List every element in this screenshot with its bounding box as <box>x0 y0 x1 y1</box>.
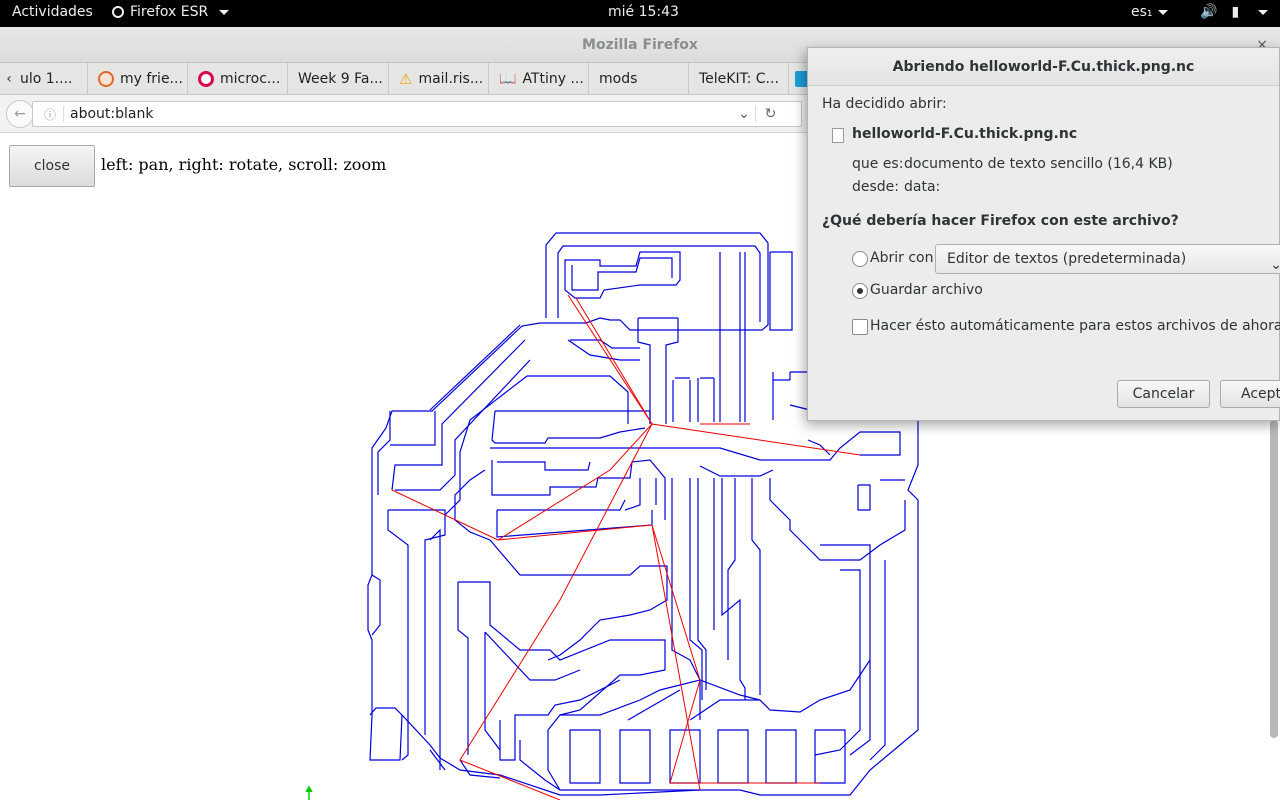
auto-action-label[interactable]: Hacer ésto automáticamente para estos ar… <box>870 318 1280 334</box>
window-title: Mozilla Firefox <box>582 37 698 53</box>
gnome-top-bar: Actividades Firefox ESR mié 15:43 es₁ 🔊 … <box>0 0 1280 27</box>
file-type-value: documento de texto sencillo (16,4 KB) <box>904 156 1173 172</box>
dialog-intro: Ha decidido abrir: <box>822 96 947 112</box>
accept-button[interactable]: Aceptar <box>1220 380 1280 408</box>
file-source-label: desde: <box>852 179 900 195</box>
info-icon[interactable]: ⓘ <box>37 106 63 123</box>
open-with-label[interactable]: Abrir con <box>870 250 933 266</box>
cancel-button[interactable]: Cancelar <box>1117 380 1210 408</box>
warning-icon: ⚠ <box>399 69 413 88</box>
tab[interactable]: microc... <box>188 62 288 95</box>
dialog-title: Abriendo helloworld-F.Cu.thick.png.nc <box>808 48 1279 86</box>
firefox-icon <box>112 6 124 18</box>
tab[interactable]: TeleKIT: C... <box>689 62 789 95</box>
auto-action-checkbox[interactable] <box>852 319 868 335</box>
activities-button[interactable]: Actividades <box>12 4 93 20</box>
rapid-moves <box>391 294 861 800</box>
tab[interactable]: my frie... <box>88 62 188 95</box>
app-menu[interactable]: Firefox ESR <box>112 4 230 20</box>
battery-icon: ▮ <box>1231 4 1240 20</box>
tab[interactable]: ⚠ mail.ris... <box>389 62 489 95</box>
tab[interactable]: Week 9 Fa... <box>288 62 389 95</box>
reload-icon[interactable]: ↻ <box>755 106 785 122</box>
arrow-left-icon: ← <box>14 106 26 122</box>
tab[interactable]: ulo 1.... <box>18 62 88 95</box>
clock[interactable]: mié 15:43 <box>608 4 679 20</box>
tab[interactable]: 📖 ATtiny ... <box>489 62 589 95</box>
system-menu-caret-icon <box>1258 10 1269 15</box>
origin-marker <box>305 785 313 800</box>
tab-scroll-left-icon[interactable]: ‹ <box>0 71 18 87</box>
file-type-label: que es: <box>852 156 904 172</box>
application-select[interactable]: Editor de textos (predeterminada) ⌄ <box>935 244 1280 274</box>
system-tray[interactable]: 🔊 ▮ <box>1200 4 1269 20</box>
download-dialog: Abriendo helloworld-F.Cu.thick.png.nc Ha… <box>807 47 1280 421</box>
action-question: ¿Qué debería hacer Firefox con este arch… <box>822 213 1179 229</box>
save-file-label[interactable]: Guardar archivo <box>870 282 983 298</box>
chevron-down-icon <box>219 9 230 15</box>
avatar-icon <box>98 70 114 87</box>
url-bar[interactable]: ⓘ ⌄ ↻ <box>32 101 802 127</box>
url-input[interactable] <box>63 106 733 122</box>
open-with-radio[interactable] <box>852 251 868 267</box>
language-indicator[interactable]: es₁ <box>1131 4 1168 20</box>
volume-icon: 🔊 <box>1200 4 1218 20</box>
tab[interactable]: mods <box>589 62 689 95</box>
back-button[interactable]: ← <box>6 100 34 128</box>
document-icon <box>832 128 844 143</box>
book-icon: 📖 <box>499 70 517 87</box>
app-menu-label: Firefox ESR <box>130 4 209 20</box>
file-name: helloworld-F.Cu.thick.png.nc <box>852 126 1078 142</box>
debian-icon <box>198 70 214 87</box>
file-source-value: data: <box>904 179 941 195</box>
chevron-down-icon[interactable]: ⌄ <box>733 106 755 122</box>
page-scrollbar[interactable] <box>1270 420 1278 738</box>
chevron-down-icon: ⌄ <box>1270 257 1280 273</box>
save-file-radio[interactable] <box>852 283 868 299</box>
chevron-down-icon <box>1157 9 1168 15</box>
